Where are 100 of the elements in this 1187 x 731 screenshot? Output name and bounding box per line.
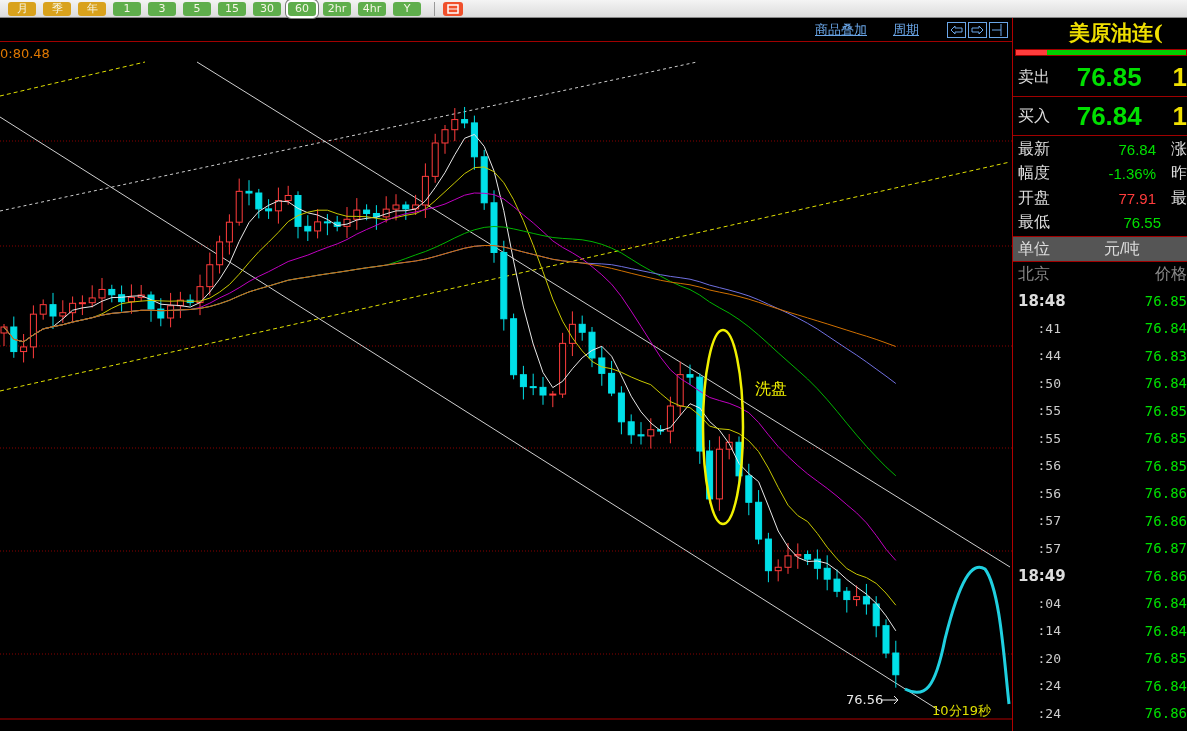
candlestick	[637, 421, 645, 445]
stat-value: 76.84	[1117, 140, 1156, 158]
candlestick	[39, 298, 47, 321]
quote-price: 76.84	[1076, 100, 1143, 132]
candlestick	[882, 618, 890, 659]
quote-label: 买入	[1018, 105, 1051, 126]
tick-time: :57	[1036, 540, 1061, 556]
candlestick	[431, 133, 439, 184]
candlestick	[157, 297, 165, 327]
toolbar-link[interactable]: 商品叠加	[815, 20, 867, 39]
stat-label: 最	[1171, 187, 1187, 208]
candlestick	[529, 373, 537, 396]
tick-time: :44	[1036, 348, 1061, 364]
tick-time: :57	[1036, 513, 1061, 529]
grid-icon[interactable]	[442, 1, 464, 16]
quote-volume: 1	[1172, 61, 1187, 93]
price-label: 0:80.48	[0, 46, 50, 61]
stat-value: 77.91	[1117, 189, 1156, 207]
unit-value: 元/吨	[1104, 238, 1141, 259]
tick-price: 76.85	[1144, 457, 1187, 474]
instrument-title: 美原油连(	[1068, 19, 1164, 47]
candlestick	[88, 284, 96, 308]
candlestick	[676, 361, 684, 417]
stat-label: 涨	[1171, 138, 1187, 159]
countdown-label: 10分19秒	[932, 703, 992, 718]
tick-price: 76.84	[1144, 595, 1187, 612]
quote-volume: 1	[1172, 100, 1187, 132]
candlestick	[147, 290, 155, 323]
candlestick	[353, 197, 361, 231]
candlestick	[137, 284, 145, 302]
quote-price: 76.85	[1076, 61, 1143, 93]
period-button[interactable]: 5	[183, 1, 211, 16]
candlestick	[343, 206, 351, 239]
column-header: 价格	[1155, 264, 1187, 284]
candlestick	[98, 277, 106, 312]
unit-label: 单位	[1018, 238, 1051, 259]
stat-label: 最新	[1018, 138, 1051, 159]
tick-price: 76.84	[1144, 320, 1187, 337]
column-header: 北京	[1018, 264, 1050, 284]
candlestick	[647, 417, 655, 450]
stat-value: -1.36%	[1107, 165, 1156, 183]
period-button[interactable]: 1	[113, 1, 141, 16]
tick-time: :50	[1036, 375, 1061, 391]
stat-label: 最低	[1018, 212, 1051, 233]
candlestick	[745, 463, 753, 516]
candlestick	[108, 284, 116, 303]
tick-price: 76.86	[1144, 512, 1187, 529]
candlestick	[333, 215, 341, 232]
panel-layout-icon[interactable]	[989, 21, 1008, 38]
candlestick	[833, 569, 841, 598]
tick-time: :56	[1036, 485, 1061, 501]
candlestick	[480, 149, 488, 211]
candlestick	[382, 195, 390, 224]
tick-price: 76.84	[1144, 677, 1187, 694]
period-button[interactable]: 30	[253, 1, 281, 16]
period-button[interactable]: 4hr	[358, 1, 386, 16]
period-button[interactable]: 15	[218, 1, 246, 16]
tick-time: :55	[1036, 430, 1061, 446]
stat-label: 开盘	[1018, 187, 1051, 208]
tick-price: 76.86	[1144, 567, 1187, 584]
tick-time: :55	[1036, 403, 1061, 419]
tick-price: 76.85	[1144, 650, 1187, 667]
candlestick	[892, 640, 900, 689]
tick-time: :24	[1036, 678, 1061, 694]
candlestick	[392, 193, 400, 221]
period-button[interactable]: 3	[148, 1, 176, 16]
tick-time: :41	[1036, 320, 1061, 336]
candlestick	[441, 124, 449, 155]
candlestick	[725, 433, 733, 460]
candlestick	[0, 323, 8, 347]
candlestick	[49, 292, 57, 330]
tick-price: 76.83	[1144, 347, 1187, 364]
candlestick	[284, 185, 292, 206]
stat-label: 昨	[1171, 163, 1187, 184]
tick-price: 76.84	[1144, 375, 1187, 392]
tick-time: :04	[1036, 595, 1061, 611]
candlestick	[59, 299, 67, 324]
candlestick	[578, 315, 586, 342]
candlestick	[588, 326, 596, 368]
tick-price: 76.85	[1144, 430, 1187, 447]
toolbar-link[interactable]: 周期	[893, 20, 919, 39]
candlestick	[794, 542, 802, 570]
tick-time: :20	[1036, 650, 1061, 666]
period-button[interactable]: Y	[393, 1, 421, 16]
tick-price: 76.84	[1144, 622, 1187, 639]
candlestick	[872, 595, 880, 638]
last-price-label: 76.56	[846, 692, 884, 707]
period-button[interactable]: 季	[43, 1, 71, 16]
period-button[interactable]: 月	[8, 1, 36, 16]
tick-price: 76.85	[1144, 292, 1187, 309]
tick-time: 18:48	[1017, 291, 1066, 310]
candlestick	[686, 364, 694, 386]
candlestick	[235, 178, 243, 227]
candlestick	[304, 214, 312, 242]
period-button[interactable]: 2hr	[323, 1, 351, 16]
quote-label: 卖出	[1018, 66, 1051, 87]
tick-price: 76.87	[1144, 540, 1187, 557]
candlestick	[598, 345, 606, 387]
period-button[interactable]: 年	[78, 1, 106, 16]
period-button[interactable]: 60	[288, 1, 316, 16]
